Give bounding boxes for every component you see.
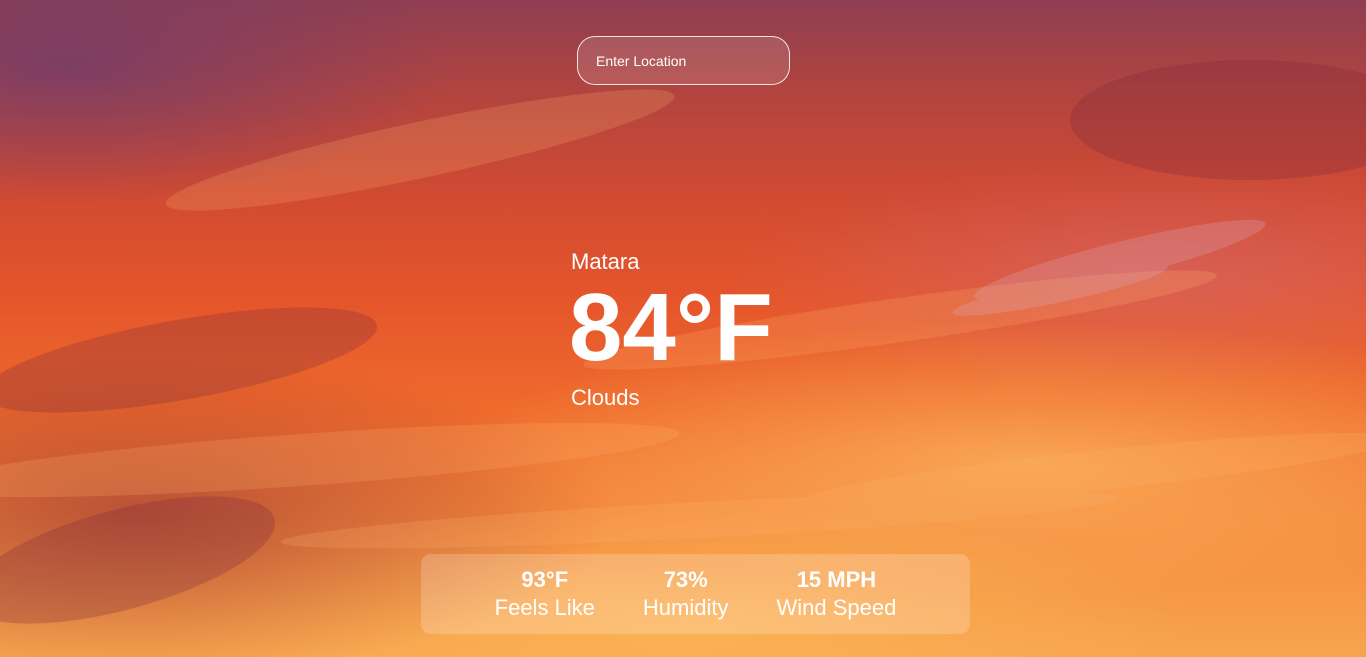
search-container [577,36,790,85]
wind-speed-value: 15 MPH [796,567,877,592]
feels-like-label: Feels Like [494,595,595,620]
location-name: Matara [571,249,640,274]
weather-stats-panel: 93°F Feels Like 73% Humidity 15 MPH Wind… [421,554,970,634]
stat-feels-like: 93°F Feels Like [495,568,595,622]
weather-description: Clouds [571,385,640,410]
current-weather: Matara 84°F Clouds [569,248,871,412]
wind-speed-label: Wind Speed [776,595,897,620]
stat-wind-speed: 15 MPH Wind Speed [777,568,897,622]
humidity-value: 73% [663,567,708,592]
stat-humidity: 73% Humidity [643,568,729,622]
humidity-label: Humidity [642,595,729,620]
feels-like-value: 93°F [521,567,569,592]
current-temperature: 84°F [569,274,773,381]
location-search-input[interactable] [577,36,790,85]
